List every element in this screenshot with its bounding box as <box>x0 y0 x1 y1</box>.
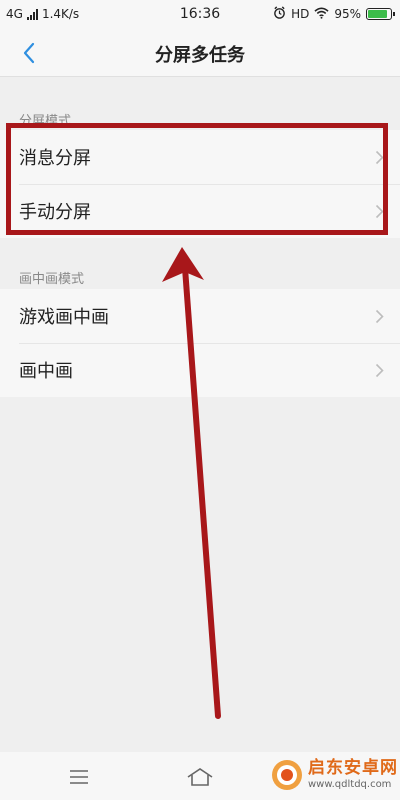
pip-mode-list: 游戏画中画 画中画 <box>0 289 400 397</box>
status-bar: 4G 1.4K/s 16:36 HD 95% <box>0 0 400 30</box>
home-icon <box>187 768 213 786</box>
watermark: 启东安卓网 www.qdltdq.com <box>270 758 398 792</box>
list-item-label: 手动分屏 <box>19 202 91 223</box>
list-item-label: 游戏画中画 <box>19 307 109 328</box>
chevron-right-icon <box>375 204 384 219</box>
battery-icon <box>366 8 395 20</box>
menu-icon <box>70 770 88 784</box>
app-header: 分屏多任务 <box>0 30 400 77</box>
status-right: HD 95% <box>273 6 395 22</box>
list-item-game-pip[interactable]: 游戏画中画 <box>0 289 400 343</box>
menu-button[interactable] <box>64 766 94 788</box>
section-header-split-mode: 分屏模式 <box>19 114 72 129</box>
battery-fill <box>368 10 387 18</box>
list-item-label: 消息分屏 <box>19 148 91 169</box>
list-item-manual-split[interactable]: 手动分屏 <box>0 184 400 238</box>
chevron-right-icon <box>375 150 384 165</box>
battery-percent: 95% <box>334 7 361 21</box>
hd-badge: HD <box>291 7 310 21</box>
chevron-right-icon <box>375 309 384 324</box>
watermark-logo-icon <box>272 760 302 790</box>
home-button[interactable] <box>185 766 215 788</box>
section-header-pip-mode: 画中画模式 <box>19 272 85 287</box>
list-item-pip[interactable]: 画中画 <box>0 343 400 397</box>
page-title: 分屏多任务 <box>155 45 245 66</box>
list-item-message-split[interactable]: 消息分屏 <box>0 130 400 184</box>
split-mode-list: 消息分屏 手动分屏 <box>0 130 400 238</box>
alarm-icon <box>273 6 286 22</box>
watermark-url: www.qdltdq.com <box>308 779 392 790</box>
list-item-label: 画中画 <box>19 361 73 382</box>
watermark-text: 启东安卓网 <box>308 758 398 778</box>
wifi-icon <box>314 7 329 22</box>
chevron-right-icon <box>375 363 384 378</box>
